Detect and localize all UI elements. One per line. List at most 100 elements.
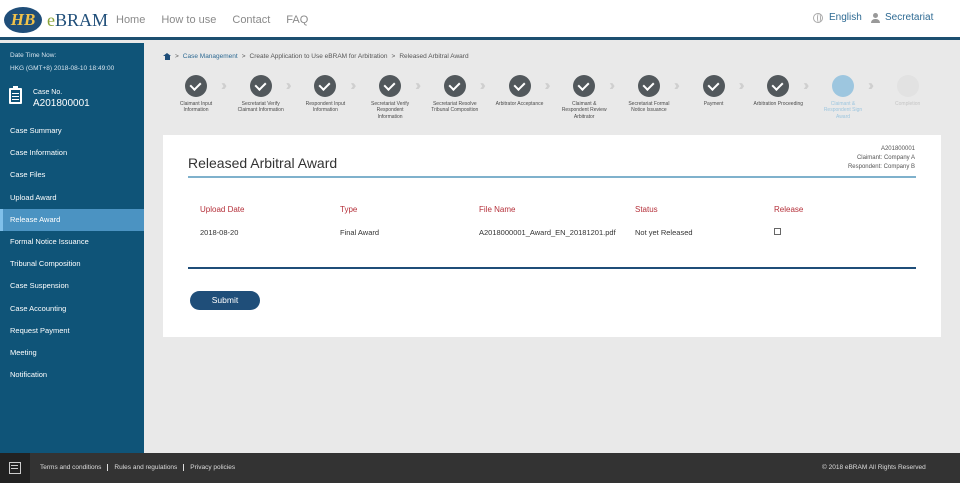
case-meta: A201800001 Claimant: Company A Responden… — [848, 145, 915, 172]
chevron-right-icon: ›› — [673, 77, 680, 94]
step-9: Payment — [689, 75, 739, 107]
meta-case-number: A201800001 — [880, 146, 915, 152]
clipboard-icon — [9, 86, 22, 104]
breadcrumb-create-application: Create Application to Use eBRAM for Arbi… — [249, 53, 388, 60]
sidebar-item-notification[interactable]: Notification — [0, 364, 144, 386]
cell-type: Final Award — [340, 228, 380, 237]
nav-faq[interactable]: FAQ — [286, 14, 308, 26]
step-marker — [896, 75, 919, 97]
step-label: Claimant & Respondent Review Arbitrator — [561, 101, 607, 120]
step-8: Secretariat Formal Notice Issuance — [624, 75, 674, 114]
step-label: Arbitrator Acceptance — [495, 101, 544, 107]
main-nav: Home How to use Contact FAQ — [116, 14, 308, 26]
logo-text: eBRAM — [47, 9, 109, 30]
case-number: A201800001 — [33, 98, 90, 109]
user-icon — [871, 12, 880, 23]
nav-contact[interactable]: Contact — [232, 14, 270, 26]
progress-stepper: Claimant Input Information ›› Secretariat … — [171, 75, 941, 130]
sidebar-item-upload-award[interactable]: Upload Award — [0, 187, 144, 209]
page-title: Released Arbitral Award — [188, 155, 338, 171]
footer: Terms and conditions Rules and regulatio… — [0, 453, 960, 483]
breadcrumb-separator: > — [391, 53, 396, 60]
step-6: Arbitrator Acceptance — [495, 75, 545, 107]
check-icon — [767, 75, 790, 97]
check-icon — [637, 75, 660, 97]
step-label: Claimant Input Information — [179, 101, 213, 114]
logo-mark: HB — [4, 7, 42, 33]
sidebar: Date Time Now: HKG (GMT+8) 2018-08-10 18… — [0, 43, 144, 453]
chevron-right-icon: ›› — [544, 77, 551, 94]
step-label: Secretariat Formal Notice Issuance — [628, 101, 670, 114]
footer-link-terms[interactable]: Terms and conditions — [40, 464, 107, 471]
step-label: Respondent Input Information — [305, 101, 346, 114]
step-label: Arbitration Proceeding — [753, 101, 804, 107]
release-checkbox[interactable] — [774, 228, 781, 235]
chevron-right-icon: ›› — [803, 77, 809, 94]
check-icon — [702, 75, 725, 97]
footer-link-privacy[interactable]: Privacy policies — [183, 464, 241, 471]
sidebar-item-meeting[interactable]: Meeting — [0, 342, 144, 364]
step-2: Secretariat Verify Claimant Information — [236, 75, 286, 114]
chevron-right-icon: ›› — [479, 77, 486, 94]
language-selector[interactable]: English — [813, 12, 862, 23]
ebram-logo[interactable]: HB eBRAM — [4, 7, 108, 33]
globe-icon — [813, 12, 823, 23]
cell-file-name[interactable]: A2018000001_Award_EN_20181201.pdf — [479, 228, 616, 237]
step-label: Secretariat Resolve Tribunal Composition — [431, 101, 479, 114]
sidebar-item-case-accounting[interactable]: Case Accounting — [0, 298, 144, 320]
case-label: Case No. — [33, 89, 63, 96]
sidebar-item-case-files[interactable]: Case Files — [0, 164, 144, 186]
datetime-value: HKG (GMT+8) 2018-08-10 18:49:00 — [10, 65, 115, 72]
meta-respondent: Respondent: Company B — [847, 164, 915, 170]
sidebar-item-case-summary[interactable]: Case Summary — [0, 120, 144, 142]
home-icon[interactable] — [163, 53, 171, 60]
chevron-right-icon: ›› — [415, 77, 421, 94]
breadcrumb-separator: > — [241, 53, 246, 60]
check-icon — [379, 75, 402, 97]
footer-link-rules[interactable]: Rules and regulations — [107, 464, 183, 471]
step-1: Claimant Input Information — [171, 75, 221, 114]
footer-icon-box[interactable] — [0, 453, 30, 483]
copyright: © 2018 eBRAM All Rights Reserved — [822, 464, 926, 471]
step-5: Secretariat Resolve Tribunal Composition — [430, 75, 480, 114]
step-10: Arbitration Proceeding — [753, 75, 803, 107]
top-bar: HB eBRAM Home How to use Contact FAQ Eng… — [0, 0, 960, 40]
column-header-release: Release — [774, 205, 804, 214]
chevron-right-icon: ›› — [350, 77, 356, 94]
title-divider — [188, 176, 916, 178]
step-11: Claimant & Respondent Sign Award — [818, 75, 868, 120]
sidebar-item-release-award[interactable]: Release Award — [0, 208, 144, 231]
step-label: Claimant & Respondent Sign Award — [823, 101, 863, 120]
step-label: Secretariat Verify Claimant Information — [237, 101, 284, 114]
sidebar-item-tribunal-composition[interactable]: Tribunal Composition — [0, 253, 144, 275]
breadcrumb-separator: > — [175, 53, 179, 60]
check-icon — [249, 75, 272, 97]
table-divider — [188, 267, 916, 269]
cell-status: Not yet Released — [635, 228, 693, 237]
step-label: Completion — [895, 101, 921, 107]
user-name: Secretariat — [885, 12, 934, 23]
award-card: Released Arbitral Award A201800001 Claim… — [163, 135, 941, 337]
sidebar-item-request-payment[interactable]: Request Payment — [0, 320, 144, 342]
sidebar-item-formal-notice-issuance[interactable]: Formal Notice Issuance — [0, 231, 144, 253]
chevron-right-icon: ›› — [868, 77, 874, 94]
chevron-right-icon: ›› — [609, 77, 615, 94]
sidebar-item-case-suspension[interactable]: Case Suspension — [0, 275, 144, 297]
nav-how-to-use[interactable]: How to use — [161, 14, 216, 26]
step-7: Claimant & Respondent Review Arbitrator — [559, 75, 609, 120]
user-menu[interactable]: Secretariat — [871, 12, 933, 23]
breadcrumb-case-management[interactable]: Case Management — [183, 53, 238, 60]
chevron-right-icon: ›› — [738, 77, 745, 94]
footer-links: Terms and conditions Rules and regulatio… — [40, 464, 241, 471]
step-12: Completion — [883, 75, 933, 107]
step-3: Respondent Input Information — [300, 75, 350, 114]
meta-claimant: Claimant: Company A — [856, 155, 915, 161]
nav-home[interactable]: Home — [116, 14, 145, 26]
step-label: Payment — [703, 101, 724, 107]
submit-button[interactable]: Submit — [190, 291, 260, 310]
sidebar-item-case-information[interactable]: Case Information — [0, 142, 144, 164]
check-icon — [443, 75, 466, 97]
column-header-file-name: File Name — [479, 205, 516, 214]
chevron-right-icon: ›› — [285, 77, 292, 94]
column-header-upload-date: Upload Date — [200, 205, 245, 214]
